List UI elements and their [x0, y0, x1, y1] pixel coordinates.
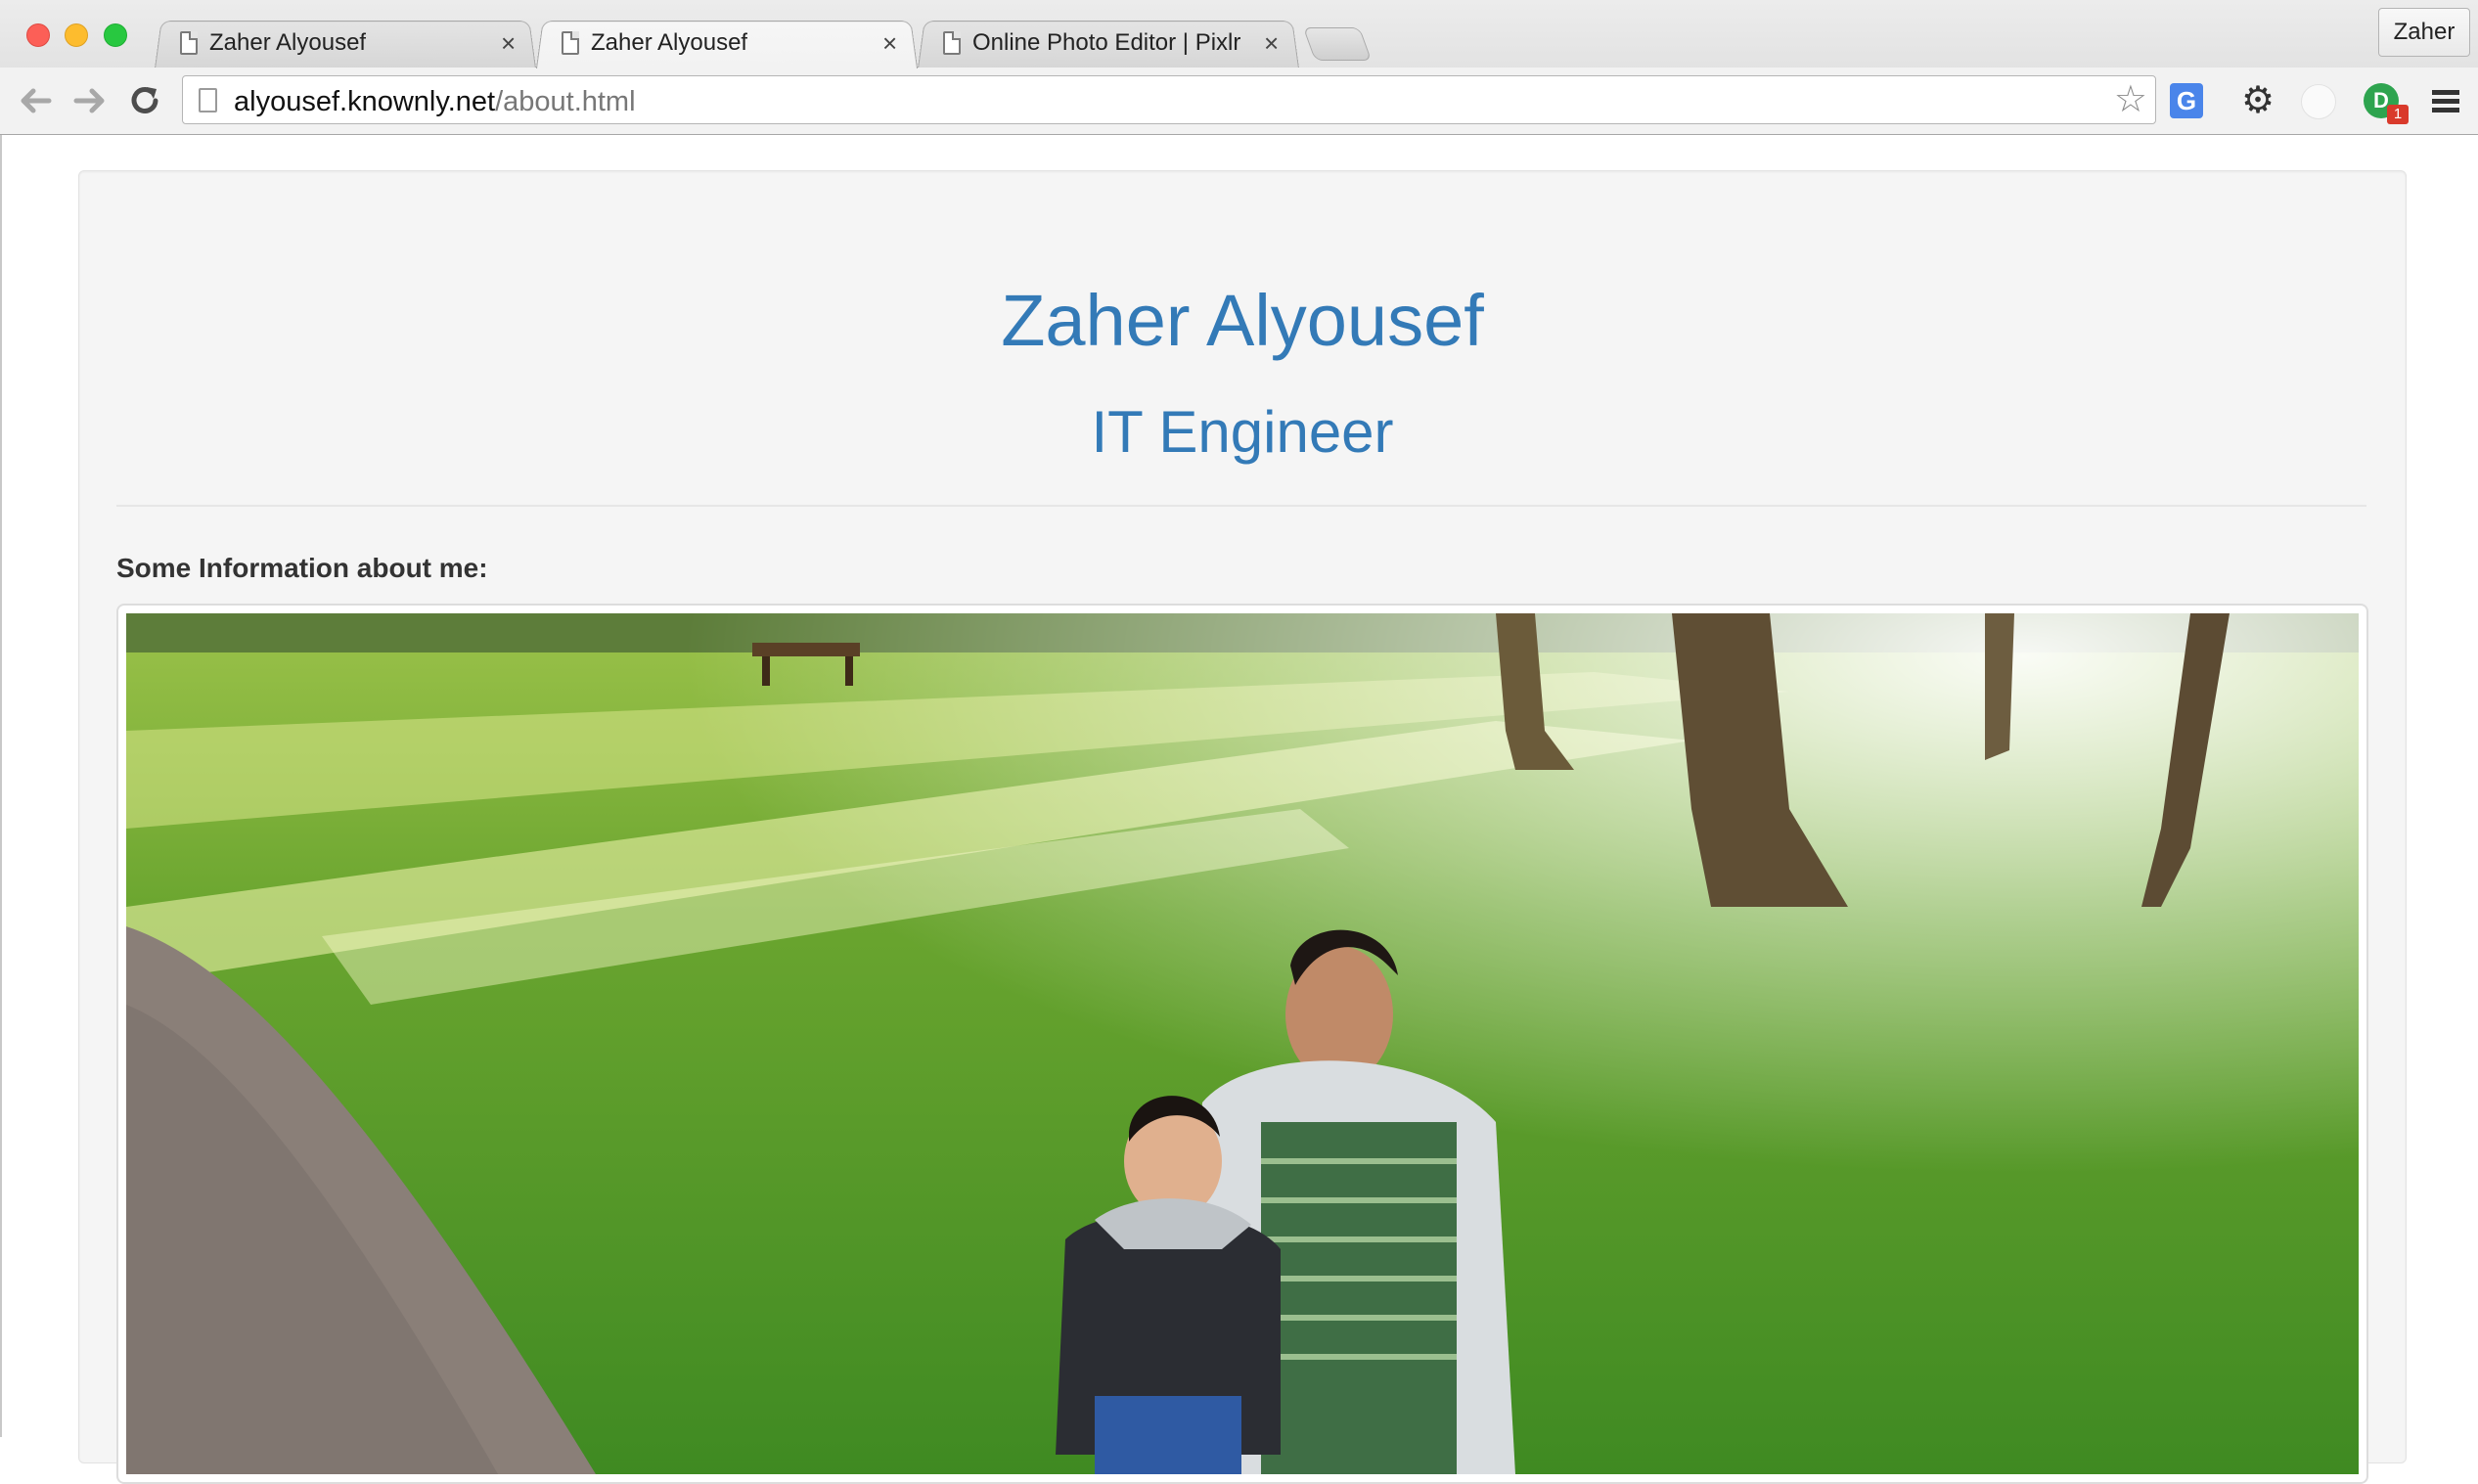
page-subtitle: IT Engineer — [1091, 399, 1394, 465]
profile-photo — [126, 613, 2359, 1474]
maximize-window-button[interactable] — [104, 23, 127, 47]
browser-chrome: Zaher Alyousef × Zaher Alyousef × Online… — [0, 0, 2478, 135]
page-viewport: Zaher Alyousef IT Engineer Some Informat… — [0, 135, 2478, 1484]
translate-icon[interactable]: G — [2170, 83, 2203, 118]
address-bar[interactable]: alyousef.knownly.net/about.html ☆ — [182, 75, 2156, 124]
profile-button[interactable]: Zaher — [2378, 8, 2470, 57]
close-window-button[interactable] — [26, 23, 50, 47]
star-icon[interactable]: ☆ — [2114, 80, 2147, 119]
tab-2-content[interactable]: Zaher Alyousef × — [562, 19, 904, 67]
page-title: Zaher Alyousef — [1001, 280, 1484, 361]
toolbar: alyousef.knownly.net/about.html ☆ G ⚙ D … — [0, 67, 2478, 134]
url-path: /about.html — [495, 86, 636, 117]
minimize-window-button[interactable] — [65, 23, 88, 47]
close-tab-icon[interactable]: × — [882, 28, 897, 59]
section-heading: Some Information about me: — [116, 553, 488, 583]
reload-icon[interactable] — [123, 79, 166, 122]
tab-title: Online Photo Editor | Pixlr E — [972, 29, 1248, 56]
close-tab-icon[interactable]: × — [1264, 28, 1279, 59]
forward-arrow-icon[interactable] — [68, 79, 112, 122]
page-icon — [199, 88, 217, 112]
tab-1-content[interactable]: Zaher Alyousef × — [180, 19, 522, 67]
menu-icon[interactable] — [2426, 81, 2465, 120]
new-tab-button[interactable] — [1302, 27, 1373, 61]
url-host: alyousef.knownly.net — [234, 86, 496, 117]
extension-icon[interactable] — [2301, 84, 2336, 119]
page-icon — [562, 31, 579, 55]
tab-title: Zaher Alyousef — [591, 29, 748, 56]
page-icon — [180, 31, 198, 55]
divider — [116, 505, 2366, 507]
tab-strip: Zaher Alyousef × Zaher Alyousef × Online… — [0, 0, 2478, 68]
extension-badge: 1 — [2387, 105, 2409, 124]
jumbotron-panel: Zaher Alyousef IT Engineer Some Informat… — [78, 170, 2407, 1484]
close-tab-icon[interactable]: × — [501, 28, 516, 59]
gear-icon[interactable]: ⚙ — [2238, 81, 2277, 120]
tab-3-content[interactable]: Online Photo Editor | Pixlr E × — [943, 19, 1285, 67]
tab-title: Zaher Alyousef — [209, 29, 367, 56]
url-text[interactable]: alyousef.knownly.net/about.html — [234, 86, 636, 118]
page-icon — [943, 31, 961, 55]
back-arrow-icon[interactable] — [14, 79, 57, 122]
photo-thumbnail — [116, 604, 2368, 1484]
